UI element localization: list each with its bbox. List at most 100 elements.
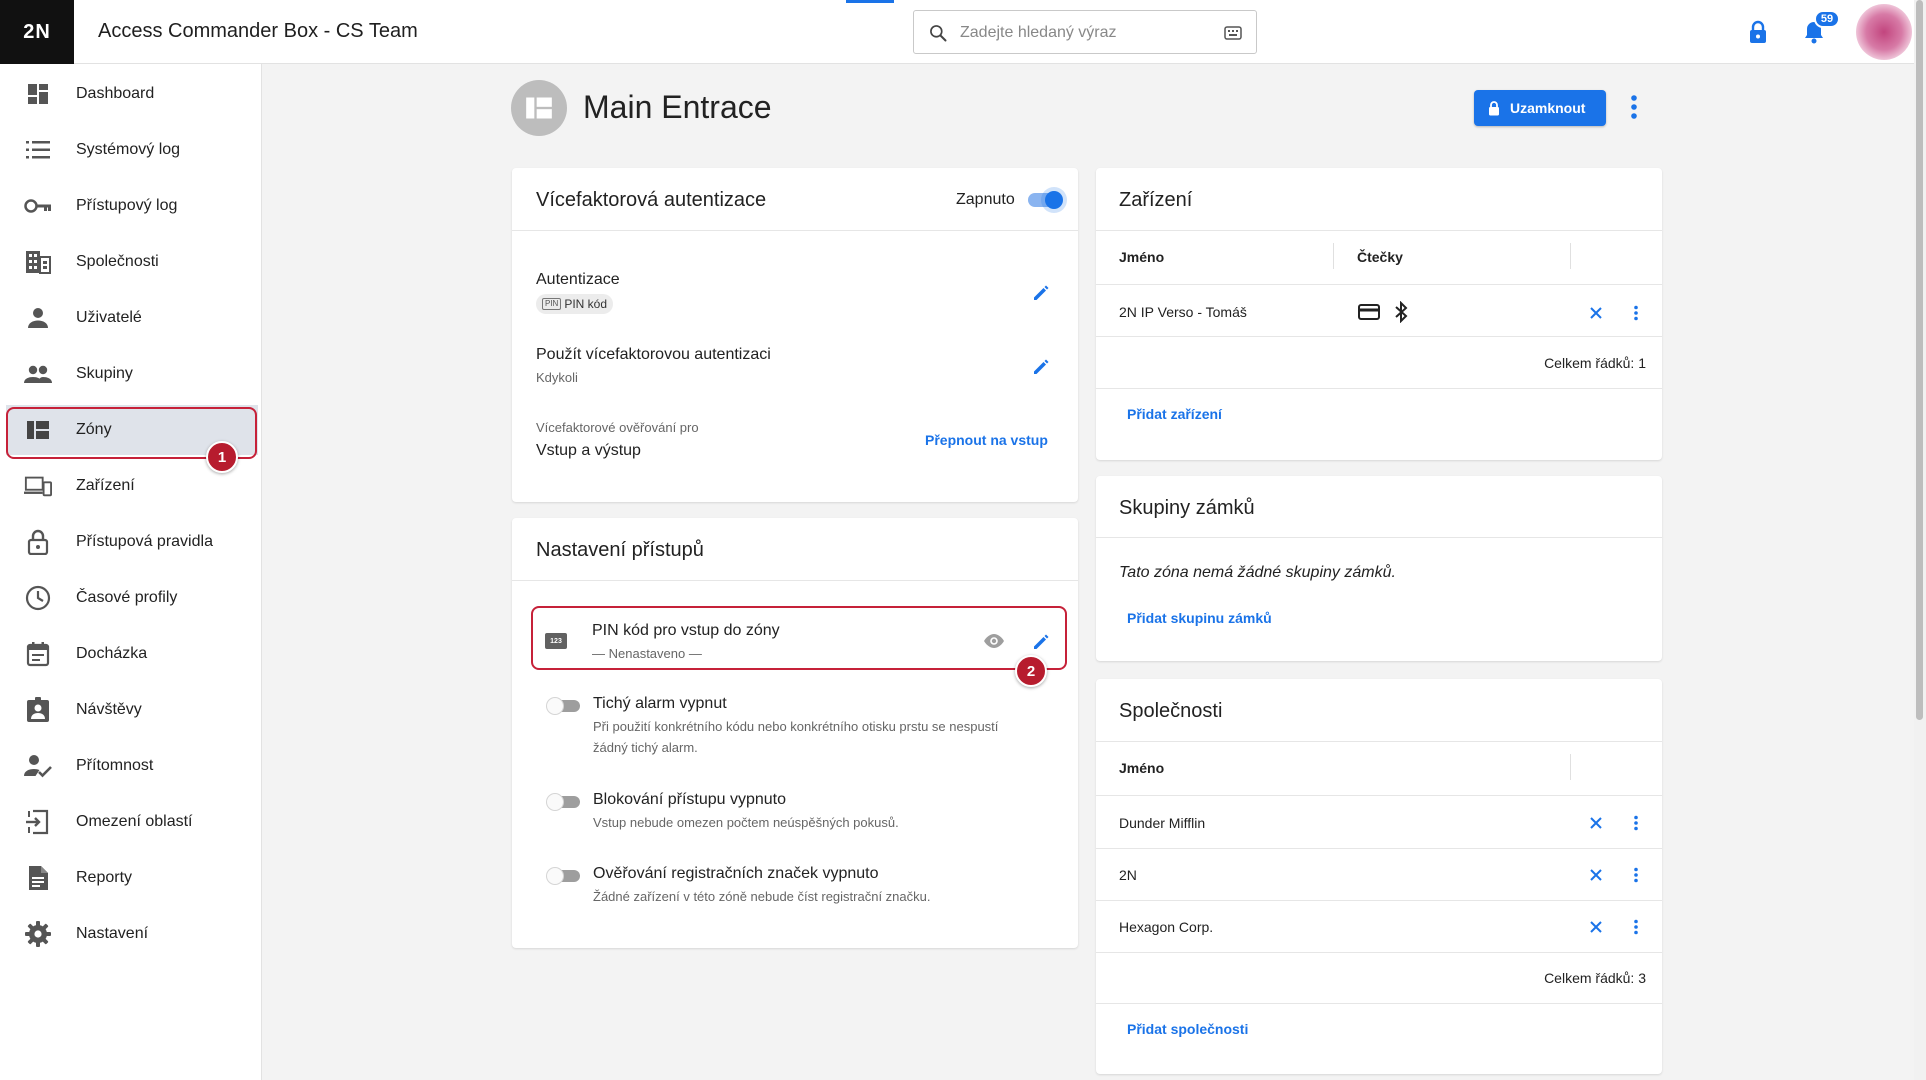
edit-use-mfa-icon[interactable] (1031, 357, 1051, 377)
more-vert-icon[interactable] (1633, 305, 1639, 321)
devices-col-name[interactable]: Jméno (1119, 249, 1164, 265)
add-lock-group-link[interactable]: Přidat skupinu zámků (1127, 610, 1272, 626)
sidebar-item-settings[interactable]: Nastavení (6, 909, 258, 959)
sidebar-item-label: Systémový log (76, 141, 181, 158)
remove-icon[interactable] (1589, 920, 1603, 934)
active-tab-indicator (846, 0, 894, 3)
sidebar-item-access-rules[interactable]: Přístupová pravidla (6, 517, 258, 567)
silent-alarm-desc-2: žádný tichý alarm. (593, 740, 698, 755)
search-box[interactable] (913, 10, 1257, 54)
lock-zone-button-label: Uzamknout (1510, 100, 1586, 116)
sidebar: Dashboard Systémový log Přístupový log S… (0, 64, 262, 1080)
access-blocking-toggle[interactable] (544, 792, 584, 812)
sidebar-item-visits[interactable]: Návštěvy (6, 685, 258, 735)
divider (512, 230, 1078, 231)
companies-col-name[interactable]: Jméno (1119, 760, 1164, 776)
user-avatar[interactable] (1856, 4, 1912, 60)
app-title: Access Commander Box - CS Team (98, 20, 418, 42)
sidebar-item-access-log[interactable]: Přístupový log (6, 181, 258, 231)
verify-label: Vícefaktorové ověřování pro (536, 420, 699, 435)
clock-icon (24, 584, 52, 612)
sidebar-item-presence[interactable]: Přítomnost (6, 741, 258, 791)
divider (1096, 388, 1662, 389)
app-logo[interactable]: 2N (0, 0, 74, 64)
divider (1096, 795, 1662, 796)
column-separator (1570, 243, 1571, 269)
sidebar-item-label: Omezení oblastí (76, 813, 193, 830)
use-mfa-value: Kdykoli (536, 370, 578, 385)
sidebar-item-system-log[interactable]: Systémový log (6, 125, 258, 175)
eye-icon[interactable] (983, 633, 1005, 649)
page-title: Main Entrace (583, 89, 772, 125)
divider (1096, 952, 1662, 953)
sidebar-item-area-limits[interactable]: Omezení oblastí (6, 797, 258, 847)
top-bar: 2N Access Commander Box - CS Team 59 (0, 0, 1926, 64)
sidebar-item-label: Přístupová pravidla (76, 533, 213, 550)
sidebar-item-label: Skupiny (76, 365, 133, 382)
add-device-link[interactable]: Přidat zařízení (1127, 406, 1222, 422)
search-input[interactable] (958, 19, 1208, 47)
sidebar-item-attendance[interactable]: Docházka (6, 629, 258, 679)
sidebar-item-groups[interactable]: Skupiny (6, 349, 258, 399)
dashboard-icon (24, 80, 52, 108)
sidebar-item-companies[interactable]: Společnosti (6, 237, 258, 287)
scrollbar-thumb[interactable] (1916, 0, 1923, 720)
plate-verification-toggle[interactable] (544, 866, 584, 886)
area-limit-icon (24, 808, 52, 836)
more-vert-icon[interactable] (1630, 94, 1638, 120)
auth-label: Autentizace (536, 271, 620, 288)
column-separator (1570, 754, 1571, 780)
column-separator (1333, 243, 1334, 269)
sidebar-item-label: Přítomnost (76, 757, 154, 774)
more-vert-icon[interactable] (1633, 815, 1639, 831)
list-icon (24, 136, 52, 164)
edit-pin-icon[interactable] (1031, 632, 1051, 652)
remove-icon[interactable] (1589, 868, 1603, 882)
auth-chip-label: PIN kód (564, 297, 608, 311)
divider (512, 580, 1078, 581)
devices-total: Celkem řádků: 1 (1544, 355, 1646, 371)
lock-icon (24, 528, 52, 556)
lock-groups-empty-text: Tato zóna nemá žádné skupiny zámků. (1119, 564, 1396, 581)
companies-total: Celkem řádků: 3 (1544, 970, 1646, 986)
sidebar-item-reports[interactable]: Reporty (6, 853, 258, 903)
divider (1096, 741, 1662, 742)
switch-to-entry-link[interactable]: Přepnout na vstup (925, 432, 1048, 448)
divider (1096, 537, 1662, 538)
key-icon (24, 192, 52, 220)
lock-zone-button[interactable]: Uzamknout (1474, 90, 1606, 126)
sidebar-item-users[interactable]: Uživatelé (6, 293, 258, 343)
visitor-icon (24, 696, 52, 724)
more-vert-icon[interactable] (1633, 919, 1639, 935)
sidebar-item-label: Dashboard (76, 85, 155, 102)
add-company-link[interactable]: Přidat společnosti (1127, 1021, 1248, 1037)
sidebar-item-time-profiles[interactable]: Časové profily (6, 573, 258, 623)
access-blocking-desc: Vstup nebude omezen počtem neúspěšných p… (593, 815, 899, 830)
devices-title: Zařízení (1119, 189, 1193, 211)
remove-icon[interactable] (1589, 816, 1603, 830)
report-icon (24, 864, 52, 892)
lock-icon[interactable] (1748, 20, 1768, 44)
silent-alarm-toggle[interactable] (544, 696, 584, 716)
building-icon (24, 248, 52, 276)
verify-value: Vstup a výstup (536, 442, 641, 459)
sidebar-item-dashboard[interactable]: Dashboard (6, 69, 258, 119)
remove-icon[interactable] (1589, 306, 1603, 320)
more-vert-icon[interactable] (1633, 867, 1639, 883)
companies-title: Společnosti (1119, 700, 1223, 722)
devices-col-readers[interactable]: Čtečky (1357, 249, 1403, 265)
keyboard-icon[interactable] (1224, 25, 1242, 41)
pin-chip-icon: PIN (542, 298, 562, 310)
lock-icon (1489, 101, 1499, 116)
access-settings-title: Nastavení přístupů (536, 539, 704, 561)
plate-verification-title: Ověřování registračních značek vypnuto (593, 865, 879, 882)
notification-badge: 59 (1814, 10, 1840, 28)
sidebar-item-label: Společnosti (76, 253, 159, 270)
person-icon (24, 304, 52, 332)
sidebar-item-label: Zařízení (76, 477, 135, 494)
edit-auth-icon[interactable] (1031, 283, 1051, 303)
company-row-name: Dunder Mifflin (1119, 815, 1206, 831)
mfa-toggle-label: Zapnuto (956, 191, 1015, 208)
people-icon (24, 360, 52, 388)
mfa-toggle[interactable] (1026, 182, 1072, 218)
